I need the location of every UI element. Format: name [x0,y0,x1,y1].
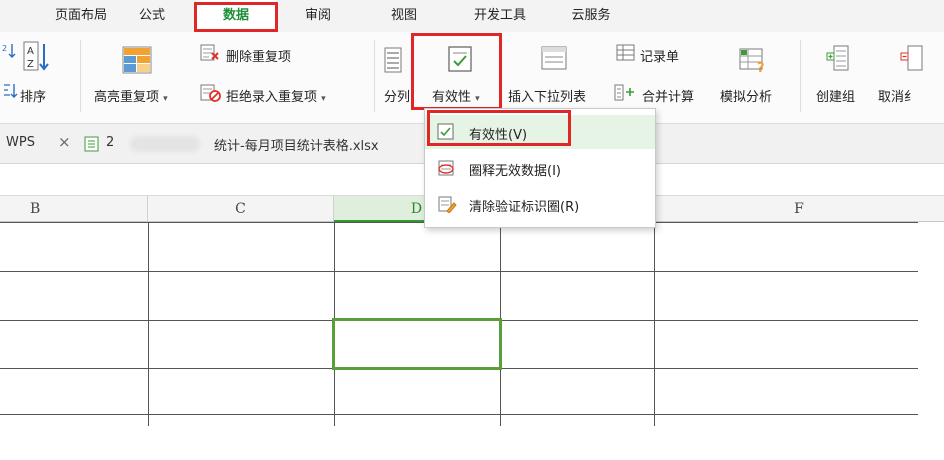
highlight-duplicates-icon[interactable] [122,46,152,74]
ribbon-separator [80,40,81,112]
column-line [148,222,149,426]
highlight-duplicates-label[interactable]: 高亮重复项 ▾ [94,86,168,105]
record-form-label[interactable]: 记录单 [640,46,679,65]
menu-item-clear-circles[interactable]: 清除验证标识圈(R) [425,187,655,221]
svg-text:A: A [27,46,34,57]
cell-grid[interactable] [0,222,944,460]
delete-duplicates-label[interactable]: 删除重复项 [226,46,291,65]
ungroup-label[interactable]: 取消纟 [878,86,917,105]
ungroup-icon[interactable] [900,44,924,72]
column-header-f[interactable]: F [654,196,944,222]
tab-developer[interactable]: 开发工具 [462,0,538,32]
chevron-down-icon: ▾ [321,94,326,104]
spreadsheet-file-icon [84,136,99,152]
close-icon[interactable]: × [58,133,71,151]
validation-icon[interactable] [446,44,476,74]
split-column-icon[interactable] [384,46,404,74]
ribbon-separator [374,40,375,112]
selected-cell[interactable] [332,318,502,370]
highlight-duplicates-text: 高亮重复项 [94,90,160,105]
svg-text:2: 2 [2,44,7,53]
sort-az-small-icon[interactable]: 2 [2,42,18,60]
menu-bar: 页面布局 公式 数据 审阅 视图 开发工具 云服务 [0,0,944,32]
tab-page-layout[interactable]: 页面布局 [44,0,118,32]
column-header-c[interactable]: C [148,196,334,222]
reject-duplicates-text: 拒绝录入重复项 [226,90,318,105]
clear-validation-circles-icon [438,196,457,213]
validation-text: 有效性 [432,90,472,105]
menu-item-circle-invalid[interactable]: 圈释无效数据(I) [425,151,655,185]
ribbon-separator [800,40,801,112]
sort-button-label[interactable]: 排序 [20,86,46,105]
insert-dropdown-list-icon[interactable] [540,44,570,72]
menu-item-validation-label: 有效性(V) [469,128,528,143]
validation-label[interactable]: 有效性 ▾ [432,86,480,105]
merge-calculation-label[interactable]: 合并计算 [642,86,694,105]
row-line [0,271,918,272]
column-line [654,222,655,426]
validation-dropdown-menu: 有效性(V) 圈释无效数据(I) 清除验证标识圈(R) [424,108,656,228]
simulation-analysis-label[interactable]: 模拟分析 [720,86,772,105]
menu-item-circle-invalid-label: 圈释无效数据(I) [469,164,561,179]
record-form-icon[interactable] [616,44,636,62]
validation-icon [437,123,454,140]
chevron-down-icon: ▾ [475,94,480,104]
tab-view[interactable]: 视图 [380,0,428,32]
row-line [0,414,918,415]
create-group-icon[interactable] [826,44,850,72]
circle-invalid-data-icon [438,160,454,176]
delete-duplicates-icon[interactable] [200,44,220,62]
file-tab-name[interactable]: 统计-每月项目统计表格.xlsx [214,135,379,154]
svg-text:?: ? [757,61,765,74]
tab-cloud[interactable]: 云服务 [560,0,622,32]
reject-duplicates-icon[interactable] [200,84,222,102]
sort-za-small-icon[interactable] [2,82,18,100]
tab-data[interactable]: 数据 [196,0,276,32]
reject-duplicates-label[interactable]: 拒绝录入重复项 ▾ [226,86,326,105]
menu-item-validation[interactable]: 有效性(V) [425,115,655,149]
insert-dropdown-list-label[interactable]: 插入下拉列表 [508,86,586,105]
sort-az-icon[interactable]: A Z [22,40,50,74]
menu-item-clear-circles-label: 清除验证标识圈(R) [469,200,580,215]
merge-calculation-icon[interactable] [614,84,636,102]
split-column-label[interactable]: 分列 [384,86,410,105]
wps-home-tab[interactable]: WPS [6,135,35,150]
simulation-analysis-icon[interactable]: ? [738,46,768,74]
create-group-label[interactable]: 创建组 [816,86,855,105]
tab-formula[interactable]: 公式 [128,0,176,32]
svg-text:Z: Z [27,59,34,70]
tab-review[interactable]: 审阅 [294,0,342,32]
chevron-down-icon: ▾ [163,94,168,104]
file-tab-prefix[interactable]: 2 [106,135,114,150]
blurred-text [130,136,200,152]
column-header-b[interactable]: B [0,196,148,222]
